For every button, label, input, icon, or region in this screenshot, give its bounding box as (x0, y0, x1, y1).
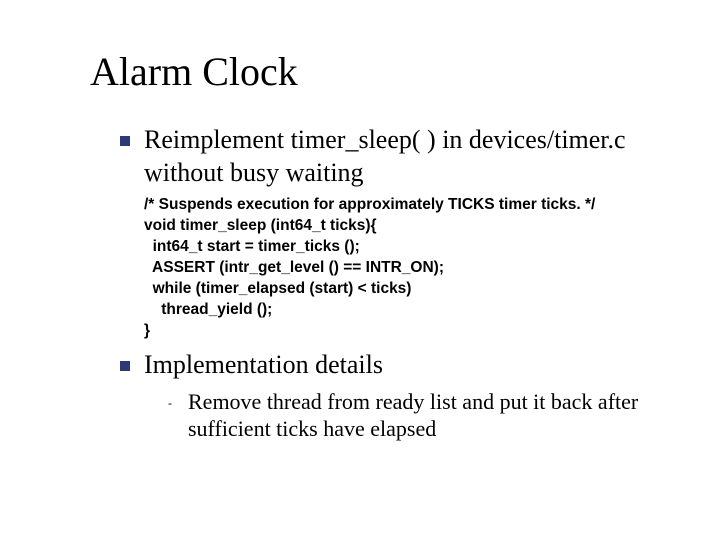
square-bullet-icon (120, 136, 130, 146)
bullet-item-reimplement: Reimplement timer_sleep( ) in devices/ti… (120, 124, 670, 189)
sub-bullet-remove-thread: - Remove thread from ready list and put … (168, 388, 670, 443)
sub-bullet-text: Remove thread from ready list and put it… (188, 388, 670, 443)
slide: Alarm Clock Reimplement timer_sleep( ) i… (0, 0, 720, 540)
bullet-item-impl-details: Implementation details (120, 349, 670, 382)
slide-title: Alarm Clock (90, 50, 670, 94)
code-block: /* Suspends execution for approximately … (144, 195, 670, 341)
bullet-text: Reimplement timer_sleep( ) in devices/ti… (144, 124, 670, 189)
square-bullet-icon (120, 361, 130, 371)
dash-icon: - (168, 396, 172, 410)
bullet-text: Implementation details (144, 349, 383, 382)
